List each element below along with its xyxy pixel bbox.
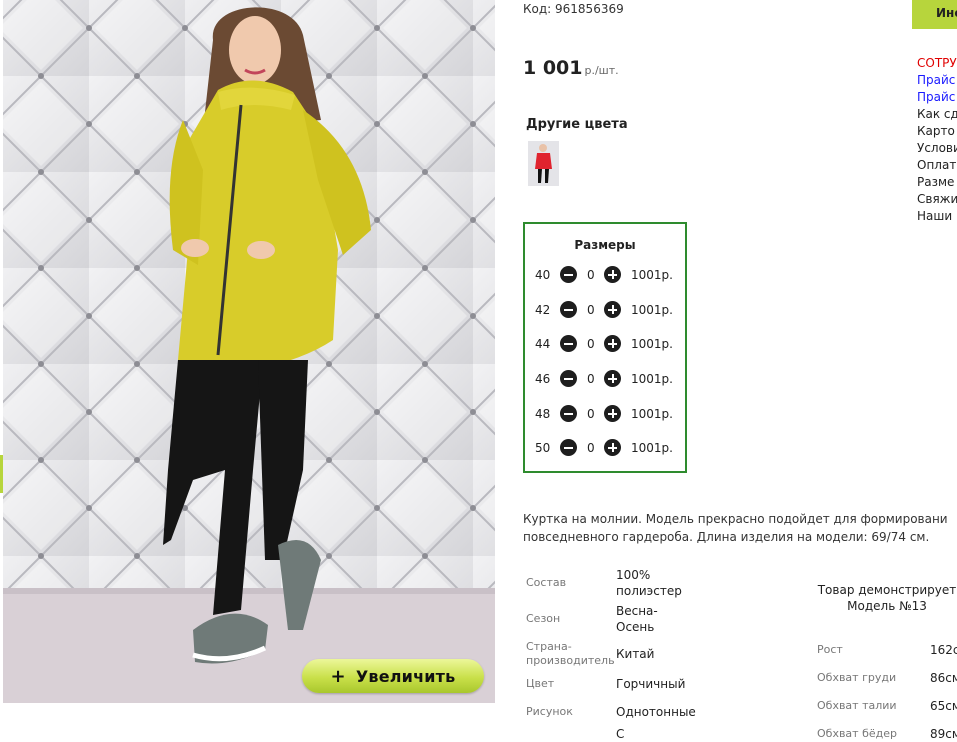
price-unit: р./шт.	[584, 64, 619, 77]
product-price: 1 001 р./шт.	[523, 57, 619, 79]
minus-icon[interactable]	[560, 405, 577, 422]
other-colors-title: Другие цвета	[526, 117, 628, 132]
sidebar-link[interactable]: СОТРУ	[917, 55, 957, 72]
model-title-line: Модель №13	[847, 599, 927, 613]
description-line: повседневного гардероба. Длина изделия н…	[523, 530, 930, 544]
plus-icon: +	[330, 665, 346, 687]
size-label: 50	[535, 441, 551, 455]
color-variant-thumbnail[interactable]	[528, 141, 559, 186]
sizes-title: Размеры	[574, 238, 636, 252]
size-quantity: 0	[587, 337, 595, 351]
property-value: полиэстер	[616, 584, 682, 598]
sidebar-link[interactable]: Как сд	[917, 106, 957, 123]
price-value: 1 001	[523, 57, 583, 79]
property-value: Горчичный	[616, 677, 686, 691]
property-value: Осень	[616, 620, 655, 634]
property-value: Весна-	[616, 604, 658, 618]
description-line: Куртка на молнии. Модель прекрасно подой…	[523, 512, 948, 526]
property-key: Рисунок	[526, 705, 573, 718]
size-quantity: 0	[587, 407, 595, 421]
measure-key: Обхват талии	[817, 699, 897, 712]
sidebar-link[interactable]: Услови	[917, 140, 957, 157]
size-row: 50 0 1001р.	[535, 438, 685, 458]
sidebar-link[interactable]: Свяжи	[917, 191, 957, 208]
size-label: 42	[535, 303, 551, 317]
measure-key: Рост	[817, 643, 843, 656]
sidebar-link[interactable]: Наши	[917, 208, 957, 225]
size-price: 1001р.	[631, 407, 673, 421]
product-code: Код: 961856369	[523, 2, 624, 16]
measure-key: Обхват груди	[817, 671, 897, 684]
sidebar-link[interactable]: Прайс	[917, 89, 957, 106]
plus-icon[interactable]	[604, 370, 621, 387]
plus-icon[interactable]	[604, 266, 621, 283]
size-label: 46	[535, 372, 551, 386]
size-label: 44	[535, 337, 551, 351]
size-row: 40 0 1001р.	[535, 265, 685, 285]
size-label: 40	[535, 268, 551, 282]
property-value: С	[616, 727, 625, 741]
size-row: 48 0 1001р.	[535, 404, 685, 424]
size-price: 1001р.	[631, 268, 673, 282]
measure-value: 86см	[930, 671, 957, 685]
model-title: Товар демонстрирует Модель №13	[812, 582, 957, 614]
property-key: Страна-	[526, 640, 572, 653]
minus-icon[interactable]	[560, 266, 577, 283]
measure-value: 162см	[930, 643, 957, 657]
property-key: Цвет	[526, 677, 555, 690]
size-price: 1001р.	[631, 441, 673, 455]
size-quantity: 0	[587, 303, 595, 317]
plus-icon[interactable]	[604, 405, 621, 422]
property-key: Сезон	[526, 612, 561, 625]
property-key: производитель	[526, 654, 615, 667]
zoom-button[interactable]: + Увеличить	[302, 659, 484, 693]
size-row: 46 0 1001р.	[535, 369, 685, 389]
sidebar-link[interactable]: Оплат	[917, 157, 957, 174]
measure-key: Обхват бёдер	[817, 727, 897, 740]
plus-icon[interactable]	[604, 335, 621, 352]
plus-icon[interactable]	[604, 301, 621, 318]
property-value: Однотонные	[616, 705, 696, 719]
measure-value: 65см	[930, 699, 957, 713]
property-value: Китай	[616, 647, 655, 661]
minus-icon[interactable]	[560, 335, 577, 352]
property-key: Состав	[526, 576, 567, 589]
size-row: 44 0 1001р.	[535, 334, 685, 354]
red-jacket-thumbnail-image	[528, 141, 559, 186]
sidebar-link[interactable]: Прайс	[917, 72, 957, 89]
minus-icon[interactable]	[560, 370, 577, 387]
zoom-button-label: Увеличить	[355, 666, 456, 686]
size-price: 1001р.	[631, 372, 673, 386]
size-price: 1001р.	[631, 303, 673, 317]
model-title-line: Товар демонстрирует	[817, 583, 957, 597]
product-photo-illustration	[3, 0, 495, 703]
size-quantity: 0	[587, 372, 595, 386]
minus-icon[interactable]	[560, 439, 577, 456]
product-description: Куртка на молнии. Модель прекрасно подой…	[523, 510, 957, 546]
size-row: 42 0 1001р.	[535, 300, 685, 320]
size-quantity: 0	[587, 268, 595, 282]
sidebar-link[interactable]: Карто	[917, 123, 957, 140]
sidebar-action-button[interactable]: Ине	[912, 0, 957, 29]
size-label: 48	[535, 407, 551, 421]
product-page: + Увеличить Код: 961856369 1 001 р./шт. Д…	[0, 0, 957, 741]
product-photo[interactable]: + Увеличить	[3, 0, 495, 703]
left-edge-accent	[0, 455, 3, 493]
plus-icon[interactable]	[604, 439, 621, 456]
size-price: 1001р.	[631, 337, 673, 351]
size-quantity: 0	[587, 441, 595, 455]
sidebar-links: СОТРУ Прайс Прайс Как сд Карто Услови Оп…	[917, 55, 957, 225]
property-value: 100%	[616, 568, 651, 582]
sizes-panel: Размеры 40 0 1001р. 42 0 1001р. 44 0 100…	[523, 222, 687, 473]
sidebar-link[interactable]: Разме	[917, 174, 957, 191]
minus-icon[interactable]	[560, 301, 577, 318]
